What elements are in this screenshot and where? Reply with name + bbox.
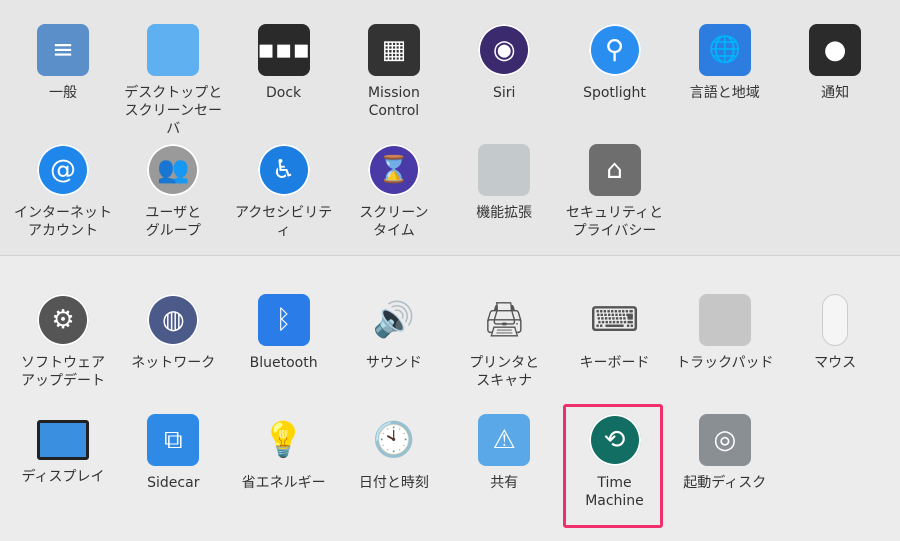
- network-icon: ◍: [147, 294, 200, 346]
- pref-label: ネットワーク: [131, 355, 216, 371]
- pref-trackpad[interactable]: トラックパッド: [670, 294, 780, 372]
- pref-sharing[interactable]: ⚠ 共有: [449, 414, 559, 492]
- desktop-screensaver-icon: [147, 24, 200, 76]
- pref-accessibility[interactable]: ♿ アクセシビリティ: [229, 144, 339, 240]
- printers-scanners-icon: 🖨: [482, 300, 526, 340]
- pref-label: Time Machine: [585, 475, 644, 509]
- pref-mouse[interactable]: マウス: [780, 294, 890, 372]
- pref-label: 一般: [49, 85, 77, 101]
- pref-label: 日付と時刻: [358, 475, 429, 491]
- energy-saver-icon: 💡: [262, 420, 305, 460]
- pref-extensions[interactable]: 機能拡張: [449, 144, 559, 222]
- extensions-icon: [478, 144, 531, 196]
- pref-label: ユーザと グループ: [145, 205, 202, 239]
- pref-date-time[interactable]: 🕙 日付と時刻: [339, 414, 449, 492]
- pref-label: 共有: [490, 475, 519, 491]
- pref-energy-saver[interactable]: 💡 省エネルギー: [229, 414, 339, 492]
- date-time-icon: 🕙: [372, 420, 416, 460]
- pref-label: 通知: [821, 85, 850, 101]
- pref-bluetooth[interactable]: ᛒ Bluetooth: [229, 294, 339, 372]
- pref-sidecar[interactable]: ⧉ Sidecar: [118, 414, 228, 492]
- pref-label: 言語と地域: [689, 85, 760, 101]
- spotlight-icon: ⚲: [588, 24, 641, 76]
- pref-software-update[interactable]: ⚙ ソフトウェア アップデート: [8, 294, 118, 390]
- accessibility-icon: ♿: [257, 144, 310, 196]
- mouse-icon: [822, 294, 849, 346]
- pref-label: キーボード: [579, 355, 650, 371]
- pref-label: Sidecar: [147, 475, 200, 491]
- sound-icon: 🔊: [372, 300, 416, 340]
- bluetooth-icon: ᛒ: [257, 294, 310, 346]
- pref-spotlight[interactable]: ⚲ Spotlight: [560, 24, 670, 102]
- general-icon: ≡: [37, 24, 89, 76]
- pref-label: スクリーン タイム: [359, 205, 429, 239]
- pref-siri[interactable]: ◉ Siri: [449, 24, 559, 102]
- pref-label: インターネット アカウント: [14, 205, 112, 239]
- pref-sound[interactable]: 🔊 サウンド: [339, 294, 449, 372]
- pref-label: Mission Control: [367, 85, 420, 119]
- software-update-icon: ⚙: [37, 294, 89, 346]
- pref-desktop-screensaver[interactable]: デスクトップと スクリーンセーバ: [118, 24, 228, 138]
- pref-label: 機能拡張: [476, 205, 533, 221]
- pref-label: プリンタと スキャナ: [469, 355, 540, 389]
- pref-label: マウス: [814, 355, 857, 371]
- sidecar-icon: ⧉: [147, 414, 200, 466]
- pref-label: トラックパッド: [676, 355, 774, 371]
- screen-time-icon: ⌛: [367, 144, 420, 196]
- pref-language-region[interactable]: 🌐 言語と地域: [670, 24, 780, 102]
- pref-time-machine[interactable]: ⟲ Time Machine: [560, 414, 670, 510]
- pref-mission-control[interactable]: ▦ Mission Control: [339, 24, 449, 120]
- internet-accounts-icon: @: [37, 144, 89, 196]
- pref-label: セキュリティと プライバシー: [565, 205, 664, 239]
- pref-network[interactable]: ◍ ネットワーク: [118, 294, 228, 372]
- pref-label: Spotlight: [583, 85, 646, 101]
- startup-disk-icon: ◎: [698, 414, 751, 466]
- pref-notifications[interactable]: ● 通知: [780, 24, 890, 102]
- sharing-icon: ⚠: [478, 414, 531, 466]
- notifications-icon: ●: [809, 24, 862, 76]
- pref-security-privacy[interactable]: ⌂ セキュリティと プライバシー: [560, 144, 670, 240]
- pref-label: デスクトップと スクリーンセーバ: [124, 85, 223, 137]
- pref-label: Siri: [492, 85, 516, 101]
- pref-displays[interactable]: ディスプレイ: [8, 414, 118, 486]
- pref-label: 省エネルギー: [241, 475, 326, 491]
- pref-startup-disk[interactable]: ◎ 起動ディスク: [670, 414, 780, 492]
- pref-general[interactable]: ≡ 一般: [8, 24, 118, 102]
- pref-users-groups[interactable]: 👥 ユーザと グループ: [118, 144, 228, 240]
- siri-icon: ◉: [478, 24, 531, 76]
- time-machine-icon: ⟲: [588, 414, 641, 466]
- pref-dock[interactable]: ▪▪▪ Dock: [229, 24, 339, 102]
- security-privacy-icon: ⌂: [588, 144, 641, 196]
- pref-label: ディスプレイ: [21, 469, 105, 485]
- pref-keyboard[interactable]: ⌨ キーボード: [560, 294, 670, 372]
- displays-icon: [37, 420, 89, 460]
- pref-internet-accounts[interactable]: @ インターネット アカウント: [8, 144, 118, 240]
- pref-label: Bluetooth: [249, 355, 318, 371]
- pref-printers-scanners[interactable]: 🖨 プリンタと スキャナ: [449, 294, 559, 390]
- pref-label: 起動ディスク: [683, 475, 767, 491]
- dock-icon: ▪▪▪: [257, 24, 310, 76]
- pref-label: ソフトウェア アップデート: [21, 355, 105, 389]
- pref-label: Dock: [266, 85, 302, 101]
- users-groups-icon: 👥: [147, 144, 200, 196]
- keyboard-icon: ⌨: [589, 300, 640, 340]
- mission-control-icon: ▦: [367, 24, 420, 76]
- pref-screen-time[interactable]: ⌛ スクリーン タイム: [339, 144, 449, 240]
- language-region-icon: 🌐: [698, 24, 751, 76]
- trackpad-icon: [698, 294, 751, 346]
- pref-label: サウンド: [365, 355, 422, 371]
- pref-label: アクセシビリティ: [234, 205, 333, 239]
